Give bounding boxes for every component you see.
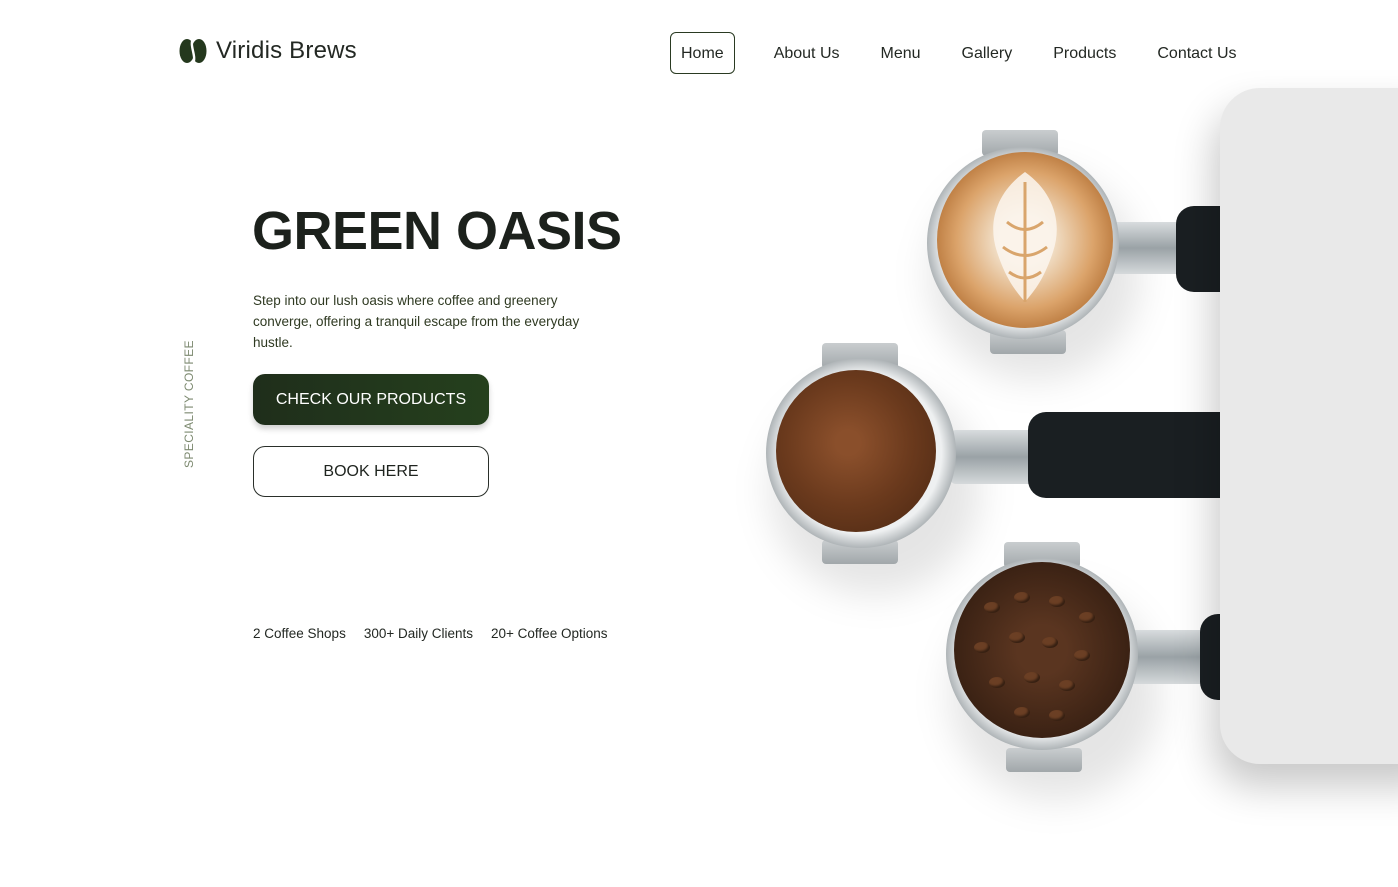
ground-coffee xyxy=(776,370,936,532)
coffee-bean-icon xyxy=(179,38,207,64)
bean xyxy=(1009,632,1025,643)
stat-coffee-options: 20+ Coffee Options xyxy=(491,626,608,641)
side-label: SPECIALITY COFFEE xyxy=(182,340,196,468)
check-products-button[interactable]: CHECK OUR PRODUCTS xyxy=(253,374,489,425)
bean xyxy=(1042,637,1058,648)
brand-logo[interactable]: Viridis Brews xyxy=(178,36,357,66)
bean xyxy=(1049,710,1065,721)
bean xyxy=(1074,650,1090,661)
bean xyxy=(1059,680,1075,691)
bean xyxy=(1024,672,1040,683)
nav-about-us[interactable]: About Us xyxy=(763,32,851,74)
portafilter-handle xyxy=(1176,206,1226,292)
stat-coffee-shops: 2 Coffee Shops xyxy=(253,626,346,641)
bean xyxy=(1014,592,1030,603)
bean xyxy=(989,677,1005,688)
bean xyxy=(1079,612,1095,623)
brand-name: Viridis Brews xyxy=(216,37,357,64)
leaf-latte-icon xyxy=(993,172,1057,302)
coffee-beans xyxy=(954,562,1130,738)
espresso-machine-panel xyxy=(1220,88,1398,764)
main-nav: Home About Us Menu Gallery Products Cont… xyxy=(670,32,1267,74)
nav-menu[interactable]: Menu xyxy=(870,32,932,74)
stats-row: 2 Coffee Shops 300+ Daily Clients 20+ Co… xyxy=(253,626,607,641)
hero-title: GREEN OASIS xyxy=(252,201,622,261)
nav-products[interactable]: Products xyxy=(1042,32,1127,74)
book-here-button[interactable]: BOOK HERE xyxy=(253,446,489,497)
bean xyxy=(1014,707,1030,718)
landing-page: Viridis Brews Home About Us Menu Gallery… xyxy=(0,0,1398,887)
portafilter-neck xyxy=(950,430,1040,484)
stat-daily-clients: 300+ Daily Clients xyxy=(363,626,474,641)
portafilter-handle xyxy=(1028,412,1226,498)
bean xyxy=(1049,596,1065,607)
bean xyxy=(974,642,990,653)
portafilter-tab xyxy=(1006,748,1082,772)
nav-contact-us[interactable]: Contact Us xyxy=(1146,32,1247,74)
nav-home[interactable]: Home xyxy=(670,32,735,74)
bean xyxy=(984,602,1000,613)
nav-gallery[interactable]: Gallery xyxy=(951,32,1024,74)
latte-art xyxy=(937,152,1113,328)
hero-description: Step into our lush oasis where coffee an… xyxy=(253,293,580,350)
